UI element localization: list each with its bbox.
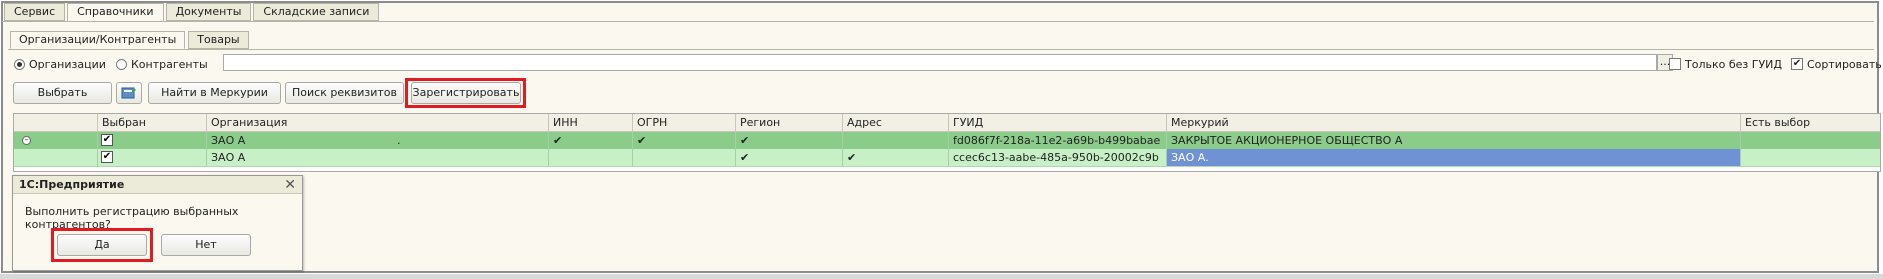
sub-tabs: Организации/Контрагенты Товары — [10, 31, 252, 49]
radio-selected-icon — [14, 58, 25, 70]
table-row[interactable]: – ✔ ЗАО А . ✔ ✔ ✔ fd086f7f-218a-11e2-a69… — [14, 132, 1880, 149]
checkbox-empty-icon — [1669, 58, 1681, 70]
select-button[interactable]: Выбрать — [13, 82, 112, 104]
only-no-guid-checkbox[interactable]: Только без ГУИД — [1669, 56, 1782, 72]
radio-empty-icon — [116, 58, 127, 70]
row-mercury-cell[interactable]: ЗАКРЫТОЕ АКЦИОНЕРНОЕ ОБЩЕСТВО А — [1166, 132, 1740, 149]
col-header-organization[interactable]: Организация — [206, 114, 548, 131]
row-selected-cell[interactable]: ✔ — [97, 149, 206, 166]
dialog-title-text: 1С:Предприятие — [19, 178, 125, 191]
row-address-cell[interactable] — [842, 132, 948, 149]
col-header-inn[interactable]: ИНН — [548, 114, 632, 131]
bottom-strip — [0, 274, 1883, 279]
organization-suffix: . — [397, 134, 401, 147]
row-address-cell[interactable]: ✔ — [842, 149, 948, 166]
organization-name: ЗАО А — [211, 134, 246, 147]
tab-goods[interactable]: Товары — [188, 31, 249, 49]
row-has-choice-cell[interactable] — [1740, 132, 1880, 149]
only-no-guid-label: Только без ГУИД — [1685, 57, 1782, 71]
find-in-mercury-button[interactable]: Найти в Меркурии — [148, 82, 281, 104]
sort-checkbox[interactable]: ✔ Сортировать — [1791, 56, 1882, 72]
radio-contractors[interactable]: Контрагенты — [116, 56, 208, 72]
contractors-table: Выбран Организация ИНН ОГРН Регион Адрес… — [13, 113, 1881, 172]
radio-contractors-label: Контрагенты — [131, 57, 208, 71]
col-header-mercury[interactable]: Меркурий — [1166, 114, 1740, 131]
sort-label: Сортировать — [1807, 57, 1882, 71]
row-region-cell[interactable]: ✔ — [735, 149, 842, 166]
row-inn-cell[interactable] — [548, 149, 632, 166]
search-input[interactable] — [223, 54, 1657, 71]
tab-service[interactable]: Сервис — [4, 3, 66, 21]
table-row[interactable]: ✔ ЗАО А ✔ ✔ ccec6c13-aabe-485a-950b-2000… — [14, 149, 1880, 167]
collapse-icon[interactable]: – — [22, 136, 31, 145]
col-header-selected[interactable]: Выбран — [97, 114, 206, 131]
yes-highlight — [51, 228, 153, 262]
dialog-title: 1С:Предприятие ✕ — [13, 176, 302, 194]
col-header-icon[interactable] — [14, 114, 97, 131]
row-organization-cell[interactable]: ЗАО А — [206, 149, 548, 166]
col-header-region[interactable]: Регион — [735, 114, 842, 131]
checkbox-checked-icon: ✔ — [1791, 58, 1803, 70]
checkbox-checked-icon[interactable]: ✔ — [101, 151, 113, 163]
top-tab-divider — [2, 21, 1874, 22]
tab-directories[interactable]: Справочники — [67, 3, 164, 22]
row-region-cell[interactable]: ✔ — [735, 132, 842, 149]
top-tabs: Сервис Справочники Документы Складские з… — [4, 3, 381, 22]
tab-warehouse-records[interactable]: Складские записи — [253, 3, 380, 21]
col-header-has-choice[interactable]: Есть выбор — [1740, 114, 1880, 131]
organization-name: ЗАО А — [211, 151, 246, 164]
row-inn-cell[interactable]: ✔ — [548, 132, 632, 149]
row-guid-cell[interactable]: fd086f7f-218a-11e2-a69b-b499babae — [948, 132, 1166, 149]
refresh-icon — [121, 86, 137, 100]
radio-organizations-label: Организации — [29, 57, 106, 71]
row-organization-cell[interactable]: ЗАО А . — [206, 132, 548, 149]
register-highlight — [405, 78, 526, 108]
row-ogrn-cell[interactable] — [632, 149, 735, 166]
col-header-address[interactable]: Адрес — [842, 114, 948, 131]
sub-tab-divider — [8, 49, 1874, 50]
tab-organizations-contractors[interactable]: Организации/Контрагенты — [10, 31, 186, 49]
close-icon[interactable]: ✕ — [284, 176, 296, 194]
row-ogrn-cell[interactable]: ✔ — [632, 132, 735, 149]
tab-documents[interactable]: Документы — [165, 3, 252, 21]
no-button[interactable]: Нет — [161, 234, 251, 256]
checkbox-checked-icon[interactable]: ✔ — [101, 134, 113, 146]
radio-organizations[interactable]: Организации — [14, 56, 106, 72]
table-header: Выбран Организация ИНН ОГРН Регион Адрес… — [14, 114, 1880, 132]
row-mercury-cell-selected[interactable]: ЗАО А. — [1166, 149, 1740, 166]
find-details-button[interactable]: Поиск реквизитов — [285, 82, 404, 104]
row-expand-cell[interactable] — [14, 149, 97, 166]
col-header-guid[interactable]: ГУИД — [948, 114, 1166, 131]
col-header-ogrn[interactable]: ОГРН — [632, 114, 735, 131]
row-selected-cell[interactable]: ✔ — [97, 132, 206, 149]
row-has-choice-cell[interactable] — [1740, 149, 1880, 166]
confirm-dialog: 1С:Предприятие ✕ Выполнить регистрацию в… — [12, 175, 303, 271]
row-expand-cell[interactable]: – — [14, 132, 97, 149]
refresh-button[interactable] — [116, 82, 142, 104]
row-guid-cell[interactable]: ccec6c13-aabe-485a-950b-20002c9b — [948, 149, 1166, 166]
